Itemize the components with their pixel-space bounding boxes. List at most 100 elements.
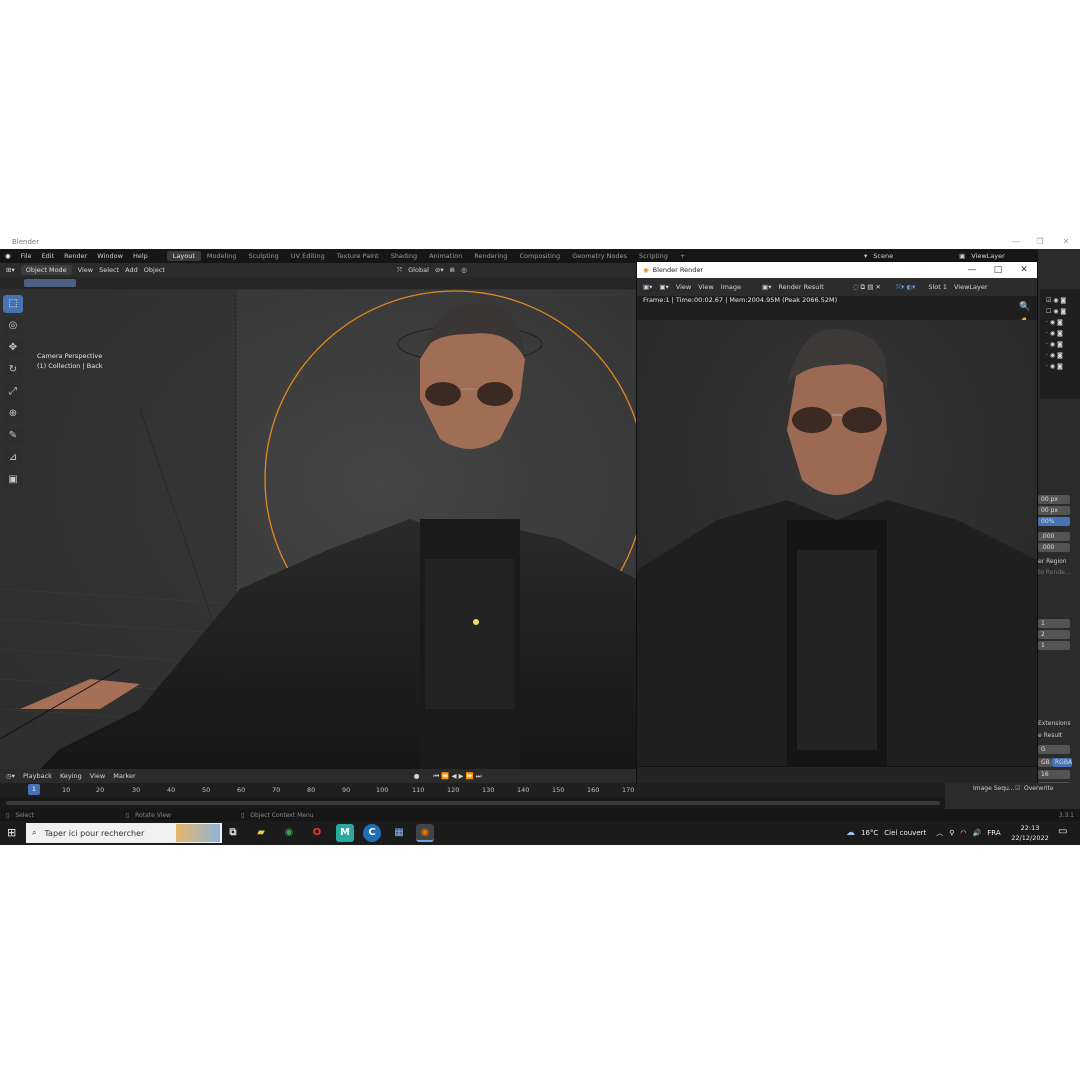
- add-workspace-button[interactable]: +: [674, 251, 691, 261]
- tab-compositing[interactable]: Compositing: [513, 251, 566, 261]
- snap-icon[interactable]: ⋒: [450, 266, 455, 274]
- rotate-icon[interactable]: ↻: [3, 361, 23, 379]
- render-region-checkbox[interactable]: er Region: [1038, 558, 1067, 565]
- annotate-icon[interactable]: ✎: [3, 427, 23, 445]
- calculator-icon[interactable]: ▦: [390, 824, 408, 842]
- proportional-edit-icon[interactable]: ◎: [461, 266, 467, 274]
- tab-texture-paint[interactable]: Texture Paint: [331, 251, 385, 261]
- color-rgba-button[interactable]: RGBA: [1052, 758, 1072, 767]
- opera-icon[interactable]: O: [308, 824, 326, 842]
- viewport-menu-view[interactable]: View: [78, 266, 93, 274]
- render-menu-image[interactable]: Image: [721, 283, 741, 291]
- image-browse-icon[interactable]: ▣▾: [762, 283, 771, 291]
- aspect-y-field[interactable]: .000: [1038, 543, 1070, 552]
- weather-temperature[interactable]: 16°C: [861, 829, 878, 837]
- notifications-icon[interactable]: ▭: [1058, 826, 1067, 837]
- timeline-menu-marker[interactable]: Marker: [113, 772, 135, 780]
- current-frame-indicator[interactable]: 1: [28, 784, 40, 795]
- 3d-viewport[interactable]: Camera Perspective (1) Collection | Back: [0, 289, 636, 769]
- frame-end-field[interactable]: 2: [1038, 630, 1070, 639]
- weather-description[interactable]: Ciel couvert: [884, 829, 926, 837]
- file-format-select[interactable]: G: [1038, 745, 1070, 754]
- blender-logo-icon[interactable]: ◉: [0, 252, 16, 260]
- render-close-button[interactable]: ✕: [1011, 262, 1037, 278]
- resolution-percent-field[interactable]: 00%: [1038, 517, 1070, 526]
- windows-start-icon[interactable]: ⊞: [7, 826, 16, 839]
- menu-window[interactable]: Window: [92, 252, 128, 260]
- overwrite-label[interactable]: Overwrite: [1024, 785, 1054, 792]
- crop-to-render-checkbox[interactable]: to Rende...: [1038, 569, 1071, 576]
- close-button[interactable]: ✕: [1054, 235, 1078, 249]
- layer-select[interactable]: ViewLayer: [954, 283, 988, 291]
- image-editor-type-icon[interactable]: ▣▾: [643, 283, 652, 291]
- playback-controls-icons[interactable]: ⏮ ⏪ ◀ ▶ ⏩ ⏭: [433, 772, 481, 781]
- aspect-x-field[interactable]: .000: [1038, 532, 1070, 541]
- render-result-field[interactable]: Render Result: [778, 283, 823, 291]
- file-explorer-icon[interactable]: ▰: [252, 824, 270, 842]
- tab-geometry-nodes[interactable]: Geometry Nodes: [566, 251, 633, 261]
- viewport-menu-add[interactable]: Add: [125, 266, 138, 274]
- tab-shading[interactable]: Shading: [385, 251, 423, 261]
- resolution-y-field[interactable]: 00 px: [1038, 506, 1070, 515]
- slot-select[interactable]: Slot 1: [928, 283, 947, 291]
- transform-orientation-select[interactable]: Global: [408, 266, 429, 274]
- malwarebytes-icon[interactable]: M: [336, 824, 354, 842]
- file-extensions-checkbox[interactable]: Extensions: [1038, 720, 1071, 727]
- blender-taskbar-icon[interactable]: ◉: [416, 824, 434, 842]
- scene-name[interactable]: Scene: [873, 252, 893, 260]
- scale-icon[interactable]: ⤢: [3, 383, 23, 401]
- record-button-icon[interactable]: ●: [414, 772, 420, 780]
- taskbar-clock[interactable]: 22:13 22/12/2022: [1010, 823, 1050, 843]
- minimize-button[interactable]: —: [1004, 235, 1028, 249]
- render-menu-view-2[interactable]: View: [698, 283, 713, 291]
- tab-rendering[interactable]: Rendering: [468, 251, 513, 261]
- network-icon[interactable]: ⚲: [949, 829, 954, 837]
- render-minimize-button[interactable]: —: [959, 262, 985, 278]
- chrome-icon[interactable]: ◉: [280, 824, 298, 842]
- timeline-menu-view[interactable]: View: [90, 772, 105, 780]
- color-rgb-button[interactable]: GB: [1038, 758, 1052, 767]
- taskbar-search-box[interactable]: ⌕ Taper ici pour rechercher: [26, 823, 222, 843]
- ccleaner-icon[interactable]: C: [363, 824, 381, 842]
- color-depth-field[interactable]: 16: [1038, 770, 1070, 779]
- viewport-menu-object[interactable]: Object: [144, 266, 165, 274]
- tab-animation[interactable]: Animation: [423, 251, 468, 261]
- render-result-image[interactable]: [637, 320, 1037, 766]
- render-menu-view[interactable]: View: [676, 283, 691, 291]
- frame-start-field[interactable]: 1: [1038, 619, 1070, 628]
- render-maximize-button[interactable]: □: [985, 262, 1011, 278]
- tab-scripting[interactable]: Scripting: [633, 251, 674, 261]
- object-mode-select[interactable]: Object Mode: [20, 265, 72, 275]
- frame-step-field[interactable]: 1: [1038, 641, 1070, 650]
- timeline-scrollbar[interactable]: [6, 801, 940, 805]
- timeline-menu-playback[interactable]: Playback: [23, 772, 52, 780]
- task-view-icon[interactable]: ⧉: [224, 824, 242, 842]
- timeline-menu-keying[interactable]: Keying: [60, 772, 82, 780]
- tray-chevron-icon[interactable]: ︿: [936, 828, 943, 838]
- outliner-visibility-icons[interactable]: ☑ ◉ ◙ ☐ ◉ ◙ · ◉ ◙ · ◉ ◙ · ◉ ◙ · ◉ ◙ · ◉ ◙: [1046, 295, 1066, 372]
- view-mode-icon[interactable]: ▣▾: [659, 283, 668, 291]
- tab-modeling[interactable]: Modeling: [201, 251, 243, 261]
- selection-mode-icons[interactable]: [24, 279, 76, 287]
- measure-icon[interactable]: ⊿: [3, 449, 23, 467]
- resolution-x-field[interactable]: 00 px: [1038, 495, 1070, 504]
- display-channels-icon[interactable]: ⤧▾ ◐▾: [896, 283, 915, 292]
- language-indicator[interactable]: FRA: [987, 829, 1000, 837]
- editor-type-icon[interactable]: ⊞▾: [6, 266, 15, 274]
- menu-edit[interactable]: Edit: [37, 252, 60, 260]
- timeline-ruler[interactable]: 1 10 20 30 40 50 60 70 80 90 100 110 120…: [0, 783, 945, 797]
- transform-icon[interactable]: ⊕: [3, 405, 23, 423]
- menu-help[interactable]: Help: [128, 252, 153, 260]
- menu-file[interactable]: File: [16, 252, 37, 260]
- wifi-icon[interactable]: ◠: [960, 829, 966, 837]
- cache-result-checkbox[interactable]: e Result: [1038, 732, 1062, 739]
- zoom-icon[interactable]: 🔍: [1019, 302, 1030, 312]
- pivot-icon[interactable]: ⊘▾: [435, 266, 444, 274]
- volume-icon[interactable]: 🔊: [973, 829, 982, 837]
- select-box-icon[interactable]: ⬚: [3, 295, 23, 313]
- maximize-button[interactable]: ❐: [1028, 235, 1052, 249]
- add-cube-icon[interactable]: ▣: [3, 471, 23, 489]
- cursor-icon[interactable]: ◎: [3, 317, 23, 335]
- tab-sculpting[interactable]: Sculpting: [242, 251, 284, 261]
- timeline-editor-icon[interactable]: ◷▾: [6, 772, 15, 780]
